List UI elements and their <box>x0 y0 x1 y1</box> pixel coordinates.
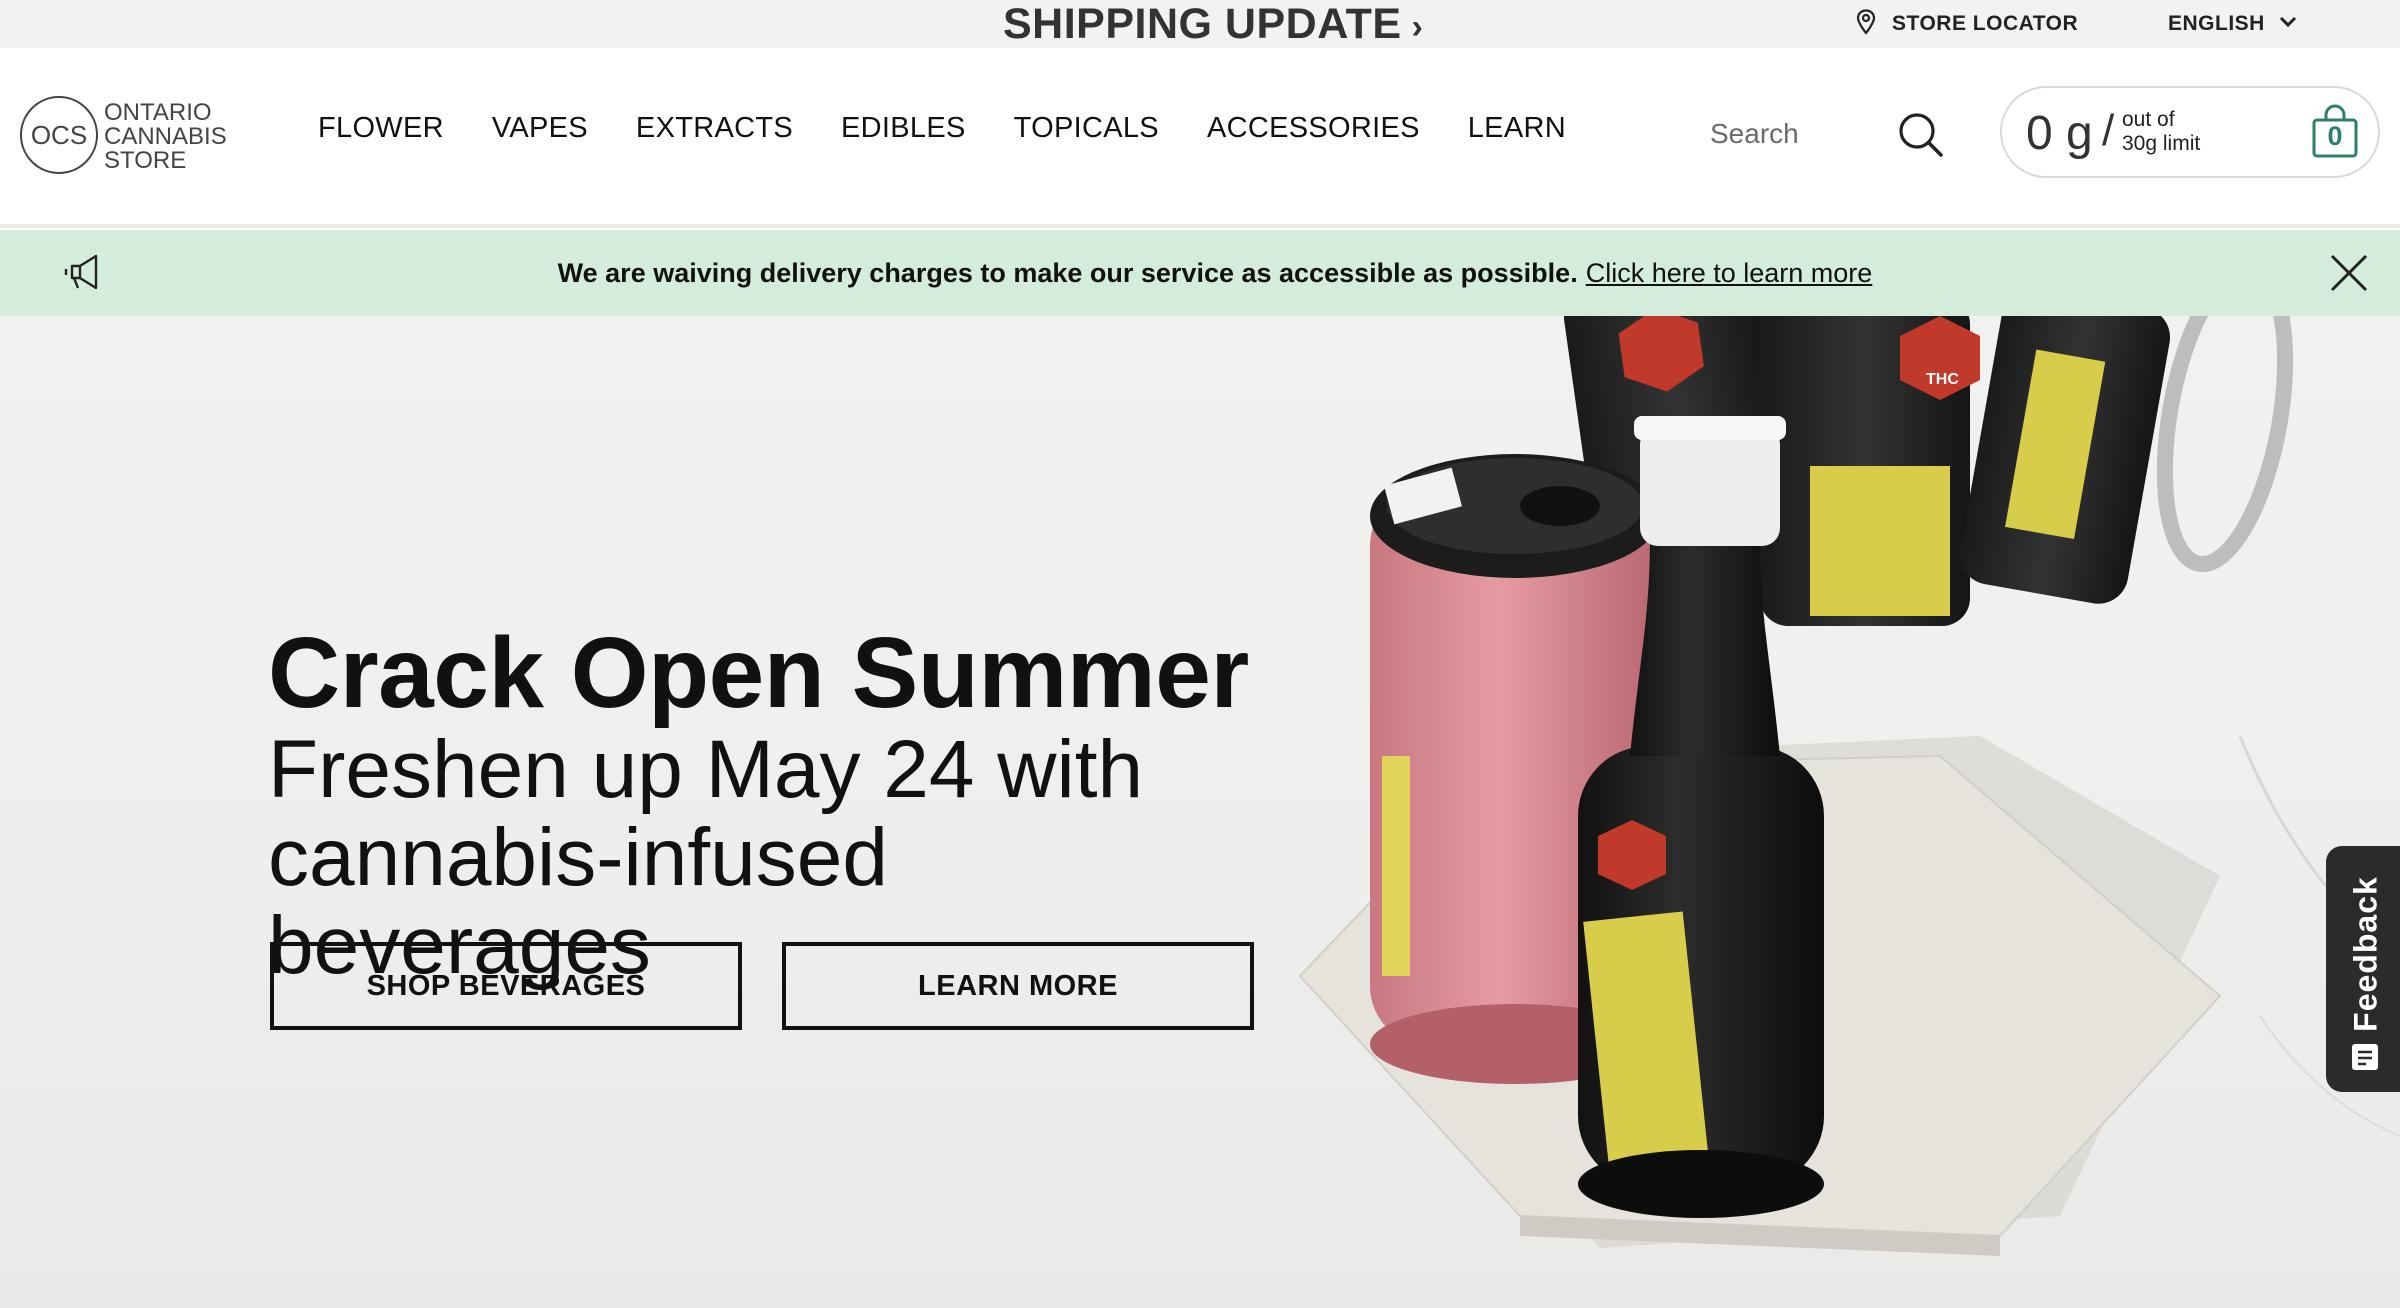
limit-caption: out of 30g limit <box>2122 108 2200 156</box>
search-input[interactable] <box>1710 114 1870 154</box>
chevron-right-icon: › <box>1411 7 1423 46</box>
thc-label: THC <box>1926 371 1959 388</box>
shipping-update-link[interactable]: SHIPPING UPDATE › <box>1003 0 1423 48</box>
logo-line: CANNABIS <box>104 123 227 150</box>
hero-banner: THC Crack Open Summer Freshen up May 24 … <box>0 316 2400 1308</box>
shop-beverages-button[interactable]: SHOP BEVERAGES <box>270 942 742 1030</box>
shipping-update-label: SHIPPING UPDATE <box>1003 0 1402 48</box>
purchase-amount: 0 g <box>2026 107 2093 160</box>
language-selector[interactable]: ENGLISH <box>2168 0 2297 48</box>
language-label: ENGLISH <box>2168 12 2265 35</box>
site-header: OCS ONTARIO CANNABIS STORE FLOWER VAPES … <box>0 48 2400 228</box>
delivery-notice-bar: We are waiving delivery charges to make … <box>0 230 2400 316</box>
nav-item-flower[interactable]: FLOWER <box>318 112 444 145</box>
nav-item-extracts[interactable]: EXTRACTS <box>636 112 793 145</box>
learn-more-button[interactable]: LEARN MORE <box>782 942 1254 1030</box>
limit-caption-line: out of <box>2122 108 2175 131</box>
search-button[interactable] <box>1896 110 1946 160</box>
main-nav: FLOWER VAPES EXTRACTS EDIBLES TOPICALS A… <box>318 112 1566 145</box>
limit-divider: / <box>2102 106 2115 155</box>
cart-count: 0 <box>2327 121 2343 151</box>
feedback-tab[interactable]: Feedback <box>2326 846 2400 1092</box>
map-pin-icon <box>1856 8 1876 40</box>
chevron-down-icon <box>2279 15 2297 33</box>
cart-button[interactable]: 0 <box>2310 104 2360 160</box>
nav-item-accessories[interactable]: ACCESSORIES <box>1207 112 1420 145</box>
close-icon <box>2326 254 2372 300</box>
logo-mark: OCS <box>20 96 98 174</box>
feedback-icon <box>2350 1042 2380 1072</box>
nav-item-edibles[interactable]: EDIBLES <box>841 112 966 145</box>
limit-caption-line: 30g limit <box>2122 132 2201 155</box>
beverage-product-image: THC <box>1298 316 2400 1256</box>
hero-title: Crack Open Summer <box>268 617 1249 729</box>
logo-line: STORE <box>104 147 187 174</box>
nav-item-vapes[interactable]: VAPES <box>492 112 588 145</box>
utility-bar: SHIPPING UPDATE › STORE LOCATOR ENGLISH <box>0 0 2400 48</box>
store-locator-link[interactable]: STORE LOCATOR <box>1856 0 2078 48</box>
search-icon <box>1896 113 1946 164</box>
notice-message: We are waiving delivery charges to make … <box>0 230 2400 316</box>
ocs-logo[interactable]: OCS ONTARIO CANNABIS STORE <box>20 96 236 178</box>
feedback-label: Feedback <box>2347 876 2384 1032</box>
hero-subtitle-line: Freshen up May 24 with <box>268 724 1144 815</box>
notice-close-button[interactable] <box>2326 250 2372 296</box>
nav-item-learn[interactable]: LEARN <box>1468 112 1566 145</box>
notice-learn-more-link[interactable]: Click here to learn more <box>1586 258 1873 289</box>
logo-wordmark: ONTARIO CANNABIS STORE <box>104 101 227 173</box>
notice-text: We are waiving delivery charges to make … <box>557 257 1578 288</box>
store-locator-label: STORE LOCATOR <box>1892 12 2079 35</box>
logo-line: ONTARIO <box>104 99 212 126</box>
nav-item-topicals[interactable]: TOPICALS <box>1014 112 1159 145</box>
